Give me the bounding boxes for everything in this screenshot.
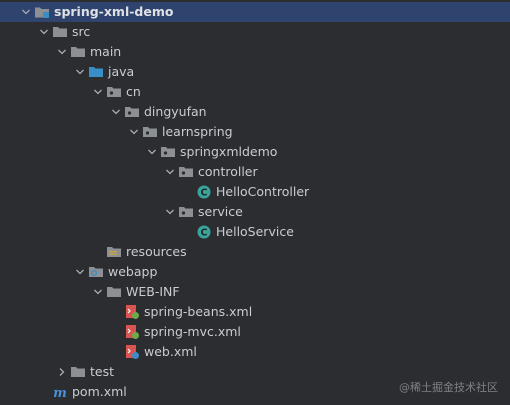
package-icon [124,104,140,120]
tree-node-label: webapp [108,264,158,279]
package-dingyufan[interactable]: dingyufan [0,102,510,122]
tree-node-label: java [108,64,135,79]
chevron-down-icon[interactable] [90,282,106,302]
folder-icon [52,24,68,40]
package-cn[interactable]: cn [0,82,510,102]
chevron-down-icon[interactable] [54,42,70,62]
folder-java[interactable]: java [0,62,510,82]
tree-node-label: learnspring [162,124,233,139]
folder-src[interactable]: src [0,22,510,42]
file-helloservice[interactable]: C HelloService [0,222,510,242]
spring-xml-file-icon [124,304,140,320]
package-icon [142,124,158,140]
watermark: @稀土掘金技术社区 [399,379,498,395]
chevron-down-icon[interactable] [72,62,88,82]
tree-node-label: spring-xml-demo [54,4,174,19]
package-icon [106,84,122,100]
spring-xml-file-icon [124,324,140,340]
tree-node-label: WEB-INF [126,284,180,299]
folder-web-inf[interactable]: WEB-INF [0,282,510,302]
chevron-down-icon[interactable] [108,102,124,122]
folder-main[interactable]: main [0,42,510,62]
tree-node-label: resources [126,244,187,259]
package-springxmldemo[interactable]: springxmldemo [0,142,510,162]
module-folder-icon [34,4,50,20]
svg-text:C: C [201,228,208,239]
svg-text:C: C [201,188,208,199]
package-icon [178,164,194,180]
chevron-down-icon[interactable] [36,22,52,42]
folder-icon [70,44,86,60]
chevron-down-icon[interactable] [72,262,88,282]
tree-node-label: springxmldemo [180,144,278,159]
folder-icon [106,284,122,300]
file-web-xml[interactable]: web.xml [0,342,510,362]
class-icon: C [196,184,212,200]
chevron-down-icon[interactable] [90,82,106,102]
project-root-spring-xml-demo[interactable]: spring-xml-demo [0,2,510,22]
package-icon [178,204,194,220]
package-learnspring[interactable]: learnspring [0,122,510,142]
tree-node-label: spring-mvc.xml [144,324,241,339]
watermark-text: @稀土掘金技术社区 [399,381,498,394]
chevron-down-icon[interactable] [18,2,34,22]
tree-node-label: dingyufan [144,104,207,119]
svg-text:m: m [53,386,67,400]
tree-node-label: spring-beans.xml [144,304,253,319]
resources-folder-icon [106,244,122,260]
chevron-down-icon[interactable] [162,162,178,182]
tree-node-label: web.xml [144,344,197,359]
folder-icon [70,364,86,380]
tree-node-label: HelloController [216,184,310,199]
tree-node-label: service [198,204,243,219]
tree-node-label: controller [198,164,258,179]
folder-resources[interactable]: resources [0,242,510,262]
web-xml-file-icon [124,344,140,360]
tree-node-label: pom.xml [72,384,127,399]
chevron-right-icon[interactable] [54,362,70,382]
web-folder-icon [88,264,104,280]
file-spring-mvc-xml[interactable]: spring-mvc.xml [0,322,510,342]
package-controller[interactable]: controller [0,162,510,182]
chevron-down-icon[interactable] [144,142,160,162]
tree-node-label: HelloService [216,224,294,239]
file-spring-beans-xml[interactable]: spring-beans.xml [0,302,510,322]
folder-webapp[interactable]: webapp [0,262,510,282]
tree-node-label: src [72,24,91,39]
tree-node-label: main [90,44,122,59]
maven-file-icon: m [52,384,68,400]
file-hellocontroller[interactable]: C HelloController [0,182,510,202]
chevron-down-icon[interactable] [162,202,178,222]
tree-node-label: test [90,364,115,379]
project-tree: spring-xml-demo src main java cn dingyufan lea… [0,0,510,405]
source-root-folder-icon [88,64,104,80]
package-icon [160,144,176,160]
tree-node-label: cn [126,84,141,99]
class-icon: C [196,224,212,240]
package-service[interactable]: service [0,202,510,222]
chevron-down-icon[interactable] [126,122,142,142]
